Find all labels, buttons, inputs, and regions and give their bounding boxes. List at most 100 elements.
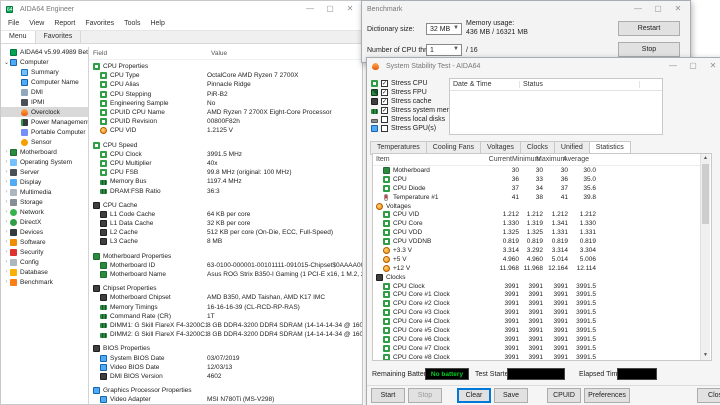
sidebar-item-directx[interactable]: › DirectX <box>1 217 88 227</box>
stats-row[interactable]: CPU Core #6 Clock 3991 3991 3991 3991.5 <box>373 335 711 344</box>
group-row[interactable]: CPU Cache <box>89 201 362 210</box>
column-maximum[interactable]: Maximum <box>536 156 566 163</box>
close-icon[interactable]: ✕ <box>342 2 358 15</box>
stress-gpu-s-checkbox[interactable] <box>381 125 388 132</box>
field-row[interactable]: CPU FSB 99.8 MHz (original: 100 MHz) <box>89 168 362 177</box>
column-current[interactable]: Current <box>476 156 512 163</box>
maximize-icon[interactable]: ▢ <box>322 2 338 15</box>
scrollbar-thumb[interactable] <box>702 164 709 224</box>
field-row[interactable]: CPU Alias Pinnacle Ridge <box>89 80 362 89</box>
stats-row[interactable]: Temperature #1 41 38 41 39.8 <box>373 193 711 202</box>
sidebar-item-aida64-v5-99-4989-beta[interactable]: AIDA64 v5.99.4989 Beta <box>1 47 88 57</box>
sidebar-item-security[interactable]: › Security <box>1 247 88 257</box>
field-row[interactable]: CPU Multiplier 40x <box>89 159 362 168</box>
column-minimum[interactable]: Minimum <box>512 156 540 163</box>
maximize-icon[interactable]: ▢ <box>650 2 666 15</box>
sidebar-item-portable-computer[interactable]: Portable Computer <box>1 127 88 137</box>
sidebar-item-dmi[interactable]: DMI <box>1 87 88 97</box>
sidebar-item-operating-system[interactable]: › Operating System <box>1 157 88 167</box>
minimize-icon[interactable]: — <box>630 2 646 15</box>
field-row[interactable]: DMI BIOS Version 4602 <box>89 372 362 381</box>
stress-system-memory-checkbox[interactable]: ✓ <box>381 107 388 114</box>
stats-row[interactable]: CPU Core #2 Clock 3991 3991 3991 3991.5 <box>373 299 711 308</box>
stop-button[interactable]: Stop <box>408 388 442 403</box>
field-row[interactable]: Memory Timings 16-16-16-39 (CL-RCD-RP-RAS… <box>89 303 362 312</box>
stats-row[interactable]: Motherboard 30 30 30 30.0 <box>373 166 711 175</box>
tab-favorites[interactable]: Favorites <box>35 31 82 43</box>
stats-row[interactable]: CPU 36 33 36 35.0 <box>373 175 711 184</box>
stats-row[interactable]: CPU Core #1 Clock 3991 3991 3991 3991.5 <box>373 290 711 299</box>
field-row[interactable]: CPU VID 1.2125 V <box>89 126 362 135</box>
field-row[interactable]: DRAM:FSB Ratio 36:3 <box>89 186 362 195</box>
group-row[interactable]: Graphics Processor Properties <box>89 386 362 395</box>
stress-local-disks-checkbox[interactable] <box>381 116 388 123</box>
stress-cpu-checkbox[interactable]: ✓ <box>381 80 388 87</box>
menu-file[interactable]: File <box>3 18 24 29</box>
benchmark-titlebar[interactable]: Benchmark — ▢ ✕ <box>362 1 690 17</box>
menu-help[interactable]: Help <box>145 18 169 29</box>
sidebar-item-multimedia[interactable]: › Multimedia <box>1 187 88 197</box>
sidebar-item-overclock[interactable]: Overclock <box>1 107 88 117</box>
sidebar-item-motherboard[interactable]: › Motherboard <box>1 147 88 157</box>
field-row[interactable]: CPU Clock 3991.5 MHz <box>89 150 362 159</box>
stats-row[interactable]: CPU VDD 1.325 1.325 1.331 1.331 <box>373 228 711 237</box>
maximize-icon[interactable]: ▢ <box>685 59 701 72</box>
stats-row[interactable]: CPU Core #3 Clock 3991 3991 3991 3991.5 <box>373 308 711 317</box>
close-icon[interactable]: ✕ <box>705 59 720 72</box>
column-average[interactable]: Average <box>561 156 589 163</box>
field-row[interactable]: L2 Cache 512 KB per core (On-Die, ECC, Fu… <box>89 228 362 237</box>
field-row[interactable]: DIMM2: G Skill FlareX F4-3200C14-8GFX8 G… <box>89 330 362 339</box>
stop-button[interactable]: Stop <box>618 42 680 57</box>
sidebar-item-computer-name[interactable]: Computer Name <box>1 77 88 87</box>
field-row[interactable]: Command Rate (CR) 1T <box>89 312 362 321</box>
dictionary-size-select[interactable]: 32 MB ▼ <box>426 23 462 35</box>
menu-favorites[interactable]: Favorites <box>80 18 119 29</box>
field-row[interactable]: CPUID Revision 00800F82h <box>89 117 362 126</box>
field-row[interactable]: System BIOS Date 03/07/2019 <box>89 353 362 362</box>
field-row[interactable]: DIMM1: G Skill FlareX F4-3200C14-8GFX8 G… <box>89 321 362 330</box>
start-button[interactable]: Start <box>371 388 405 403</box>
group-row[interactable]: Chipset Properties <box>89 284 362 293</box>
tab-menu[interactable]: Menu <box>1 31 36 43</box>
sidebar-item-benchmark[interactable]: › Benchmark <box>1 277 88 287</box>
stress-fpu-checkbox[interactable]: ✓ <box>381 89 388 96</box>
sidebar-item-summary[interactable]: Summary <box>1 67 88 77</box>
column-status[interactable]: Status <box>520 81 640 88</box>
group-row[interactable]: CPU Speed <box>89 141 362 150</box>
stats-group-row[interactable]: Voltages <box>373 202 711 211</box>
field-row[interactable]: Video BIOS Date 12/03/13 <box>89 363 362 372</box>
sidebar-item-ipmi[interactable]: IPMI <box>1 97 88 107</box>
field-row[interactable]: Motherboard ID 63-0100-000001-00101111-09… <box>89 261 362 270</box>
sidebar-item-computer[interactable]: ⌄ Computer <box>1 57 88 67</box>
field-row[interactable]: CPU Stepping PiR-B2 <box>89 90 362 99</box>
stability-titlebar[interactable]: System Stability Test - AIDA64 — ▢ ✕ <box>367 58 720 74</box>
field-row[interactable]: Memory Bus 1197.4 MHz <box>89 177 362 186</box>
column-date-time[interactable]: Date & Time <box>450 81 520 88</box>
stats-row[interactable]: CPU Core #7 Clock 3991 3991 3991 3991.5 <box>373 344 711 353</box>
sidebar-item-server[interactable]: › Server <box>1 167 88 177</box>
stats-row[interactable]: +5 V 4.960 4.960 5.014 5.006 <box>373 255 711 264</box>
stress-cache-checkbox[interactable]: ✓ <box>381 98 388 105</box>
minimize-icon[interactable]: — <box>302 2 318 15</box>
stats-group-row[interactable]: Clocks <box>373 273 711 282</box>
sidebar-item-network[interactable]: › Network <box>1 207 88 217</box>
group-row[interactable]: CPU Properties <box>89 62 362 71</box>
stats-row[interactable]: CPU Clock 3991 3991 3991 3991.5 <box>373 282 711 291</box>
scroll-up-icon[interactable]: ▲ <box>701 154 710 163</box>
cpuid-button[interactable]: CPUID <box>547 388 581 403</box>
restart-button[interactable]: Restart <box>618 21 680 36</box>
stats-row[interactable]: +12 V 11.968 11.968 12.164 12.114 <box>373 264 711 273</box>
minimize-icon[interactable]: — <box>665 59 681 72</box>
preferences-button[interactable]: Preferences <box>584 388 630 403</box>
menu-report[interactable]: Report <box>49 18 80 29</box>
stats-row[interactable]: CPU Core #5 Clock 3991 3991 3991 3991.5 <box>373 326 711 335</box>
column-item[interactable]: Item <box>373 156 476 163</box>
scroll-down-icon[interactable]: ▼ <box>701 351 710 360</box>
sidebar-item-storage[interactable]: › Storage <box>1 197 88 207</box>
results-listview[interactable]: Date & Time Status <box>449 78 663 135</box>
group-row[interactable]: Motherboard Properties <box>89 252 362 261</box>
field-row[interactable]: Motherboard Chipset AMD B350, AMD Taishan… <box>89 293 362 302</box>
cpu-threads-select[interactable]: 1 ▼ <box>426 44 462 56</box>
sidebar-item-display[interactable]: › Display <box>1 177 88 187</box>
column-field[interactable]: Field <box>89 50 211 57</box>
